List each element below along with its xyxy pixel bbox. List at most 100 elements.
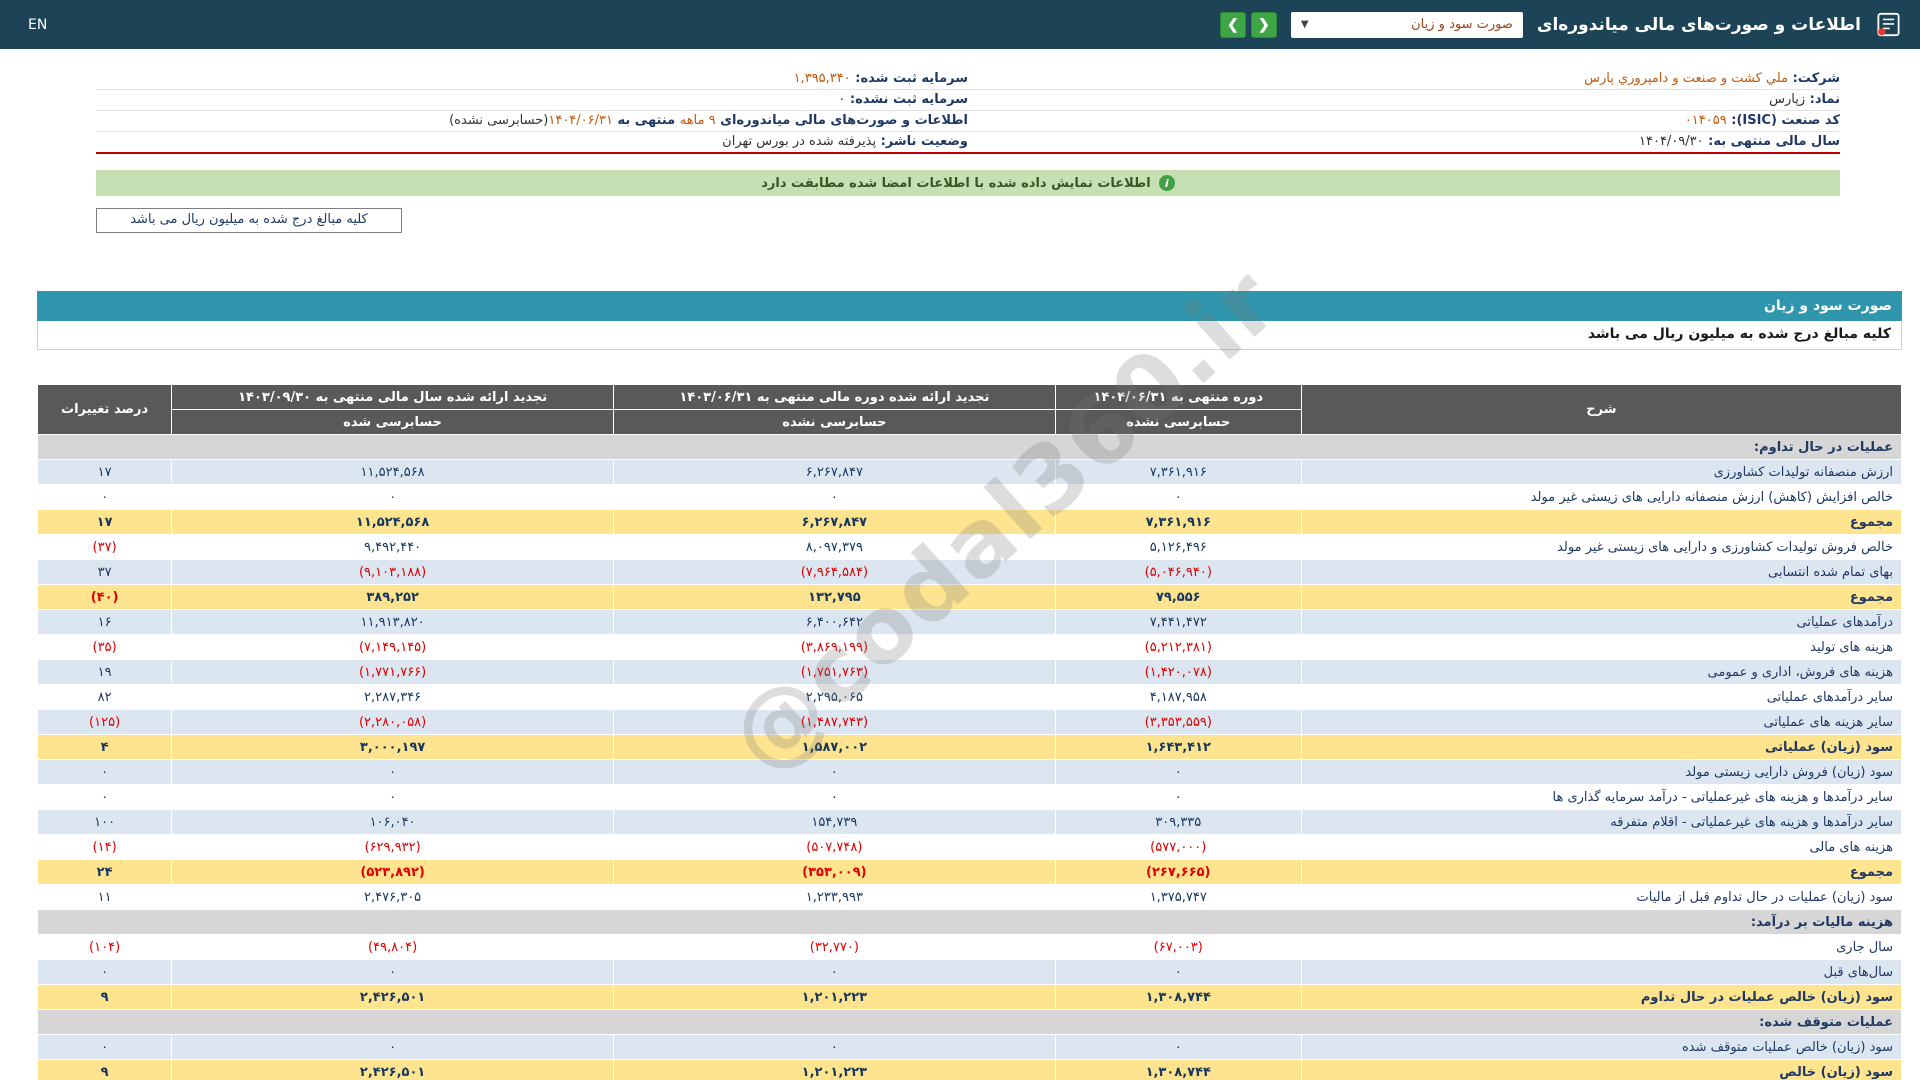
percent-change: ۱۹ — [36, 659, 173, 685]
percent-change: (۳۵) — [36, 634, 173, 660]
value-restated-year: ۰ — [171, 484, 614, 510]
info-cell: سرمایه ثبت شده: ۱,۳۹۵,۳۴۰ — [96, 69, 968, 90]
value-restated-year: ۲,۴۲۶,۵۰۱ — [171, 1059, 614, 1080]
value-restated-period: ۱,۵۸۷,۰۰۲ — [612, 734, 1056, 760]
row-label: سال جاری — [1300, 934, 1903, 960]
table-row: خالص فروش تولیدات کشاورزی و دارایی های ز… — [36, 534, 1903, 560]
page: { "colors": { "topbar-bg": "#1d4356", "g… — [0, 0, 1920, 1080]
row-label: درآمدهای عملیاتی — [1300, 609, 1903, 635]
value-current-period: (۱,۴۲۰,۰۷۸) — [1054, 659, 1302, 685]
value-restated-period: ۶,۲۶۷,۸۴۷ — [612, 459, 1056, 485]
value-restated-year: ۱۱,۹۱۳,۸۲۰ — [171, 609, 614, 635]
period-nav: ❮ ❯ — [1219, 11, 1277, 38]
subheader-audited: حسابرسی شده — [171, 409, 614, 435]
next-period-button[interactable]: ❯ — [1219, 11, 1246, 38]
value-restated-year: ۱۱,۵۲۴,۵۶۸ — [171, 459, 614, 485]
value-current-period: ۷۹,۵۵۶ — [1054, 584, 1302, 610]
prev-period-button[interactable]: ❮ — [1250, 11, 1277, 38]
pl-table-header: شرح دوره منتهی به ۱۴۰۴/۰۶/۳۱ تجدید ارائه… — [36, 384, 1903, 435]
section-label: عملیات در حال تداوم: — [37, 434, 1902, 460]
value-current-period: ۳۰۹,۳۳۵ — [1054, 809, 1302, 835]
value-restated-year: ۰ — [171, 1034, 614, 1060]
value-restated-year: ۰ — [171, 759, 614, 785]
value-current-period: ۵,۱۲۶,۴۹۶ — [1054, 534, 1302, 560]
value-restated-year: ۱۰۶,۰۴۰ — [171, 809, 614, 835]
table-row: مجموع ۷۹,۵۵۶ ۱۳۲,۷۹۵ ۳۸۹,۲۵۲ (۴۰) — [36, 584, 1903, 610]
value-current-period: (۵,۲۱۲,۳۸۱) — [1054, 634, 1302, 660]
info-cell: سال مالی منتهی به: ۱۴۰۴/۰۹/۳۰ — [1639, 134, 1840, 149]
table-row: سایر درآمدهای عملیاتی ۴,۱۸۷,۹۵۸ ۲,۲۹۵,۰۶۵ ۲… — [36, 684, 1903, 710]
subheader-unaudited-2: حسابرسی نشده — [612, 409, 1056, 435]
value-current-period: ۴,۱۸۷,۹۵۸ — [1054, 684, 1302, 710]
percent-change: ۹ — [36, 984, 173, 1010]
percent-change: ۱۷ — [36, 459, 173, 485]
percent-change: ۸۲ — [36, 684, 173, 710]
value-restated-period: ۰ — [612, 1034, 1056, 1060]
percent-change: ۳۷ — [36, 559, 173, 585]
value-current-period: ۰ — [1054, 484, 1302, 510]
page-title: اطلاعات و صورت‌های مالی میاندوره‌ای — [1536, 14, 1861, 35]
info-icon: i — [1158, 175, 1175, 191]
value-restated-period: ۶,۲۶۷,۸۴۷ — [612, 509, 1056, 535]
language-toggle[interactable]: EN — [28, 17, 47, 33]
row-label: سال‌های قبل — [1300, 959, 1903, 985]
section-row: عملیات متوقف شده: — [37, 1009, 1902, 1035]
col-header-description: شرح — [1300, 384, 1903, 435]
value-restated-period: ۱,۲۰۱,۲۲۳ — [612, 1059, 1056, 1080]
percent-change: ۱۱ — [36, 884, 173, 910]
value-restated-year: ۱۱,۵۲۴,۵۶۸ — [171, 509, 614, 535]
value-restated-period: ۸,۰۹۷,۳۷۹ — [612, 534, 1056, 560]
value-current-period: ۰ — [1054, 759, 1302, 785]
value-restated-period: (۷,۹۶۴,۵۸۴) — [612, 559, 1056, 585]
section-label: هزینه مالیات بر درآمد: — [37, 909, 1902, 935]
value-restated-period: (۳۲,۷۷۰) — [612, 934, 1056, 960]
topbar: اطلاعات و صورت‌های مالی میاندوره‌ای صورت… — [0, 0, 1920, 49]
value-current-period: (۵,۰۴۶,۹۴۰) — [1054, 559, 1302, 585]
value-current-period: ۱,۶۴۳,۴۱۲ — [1054, 734, 1302, 760]
value-restated-year: (۷,۱۴۹,۱۴۵) — [171, 634, 614, 660]
row-label: سود (زیان) عملیاتی — [1300, 734, 1903, 760]
row-label: بهای تمام شده انتسابی — [1300, 559, 1903, 585]
value-restated-period: (۱,۷۵۱,۷۶۳) — [612, 659, 1056, 685]
income-statement-section: صورت سود و زیان کلیه مبالغ درج شده به می… — [36, 291, 1903, 1080]
table-row: سود (زیان) عملیات در حال تداوم قبل از ما… — [36, 884, 1903, 910]
percent-change: ۲۴ — [36, 859, 173, 885]
col-header-current-period: دوره منتهی به ۱۴۰۴/۰۶/۳۱ — [1054, 384, 1302, 410]
row-label: مجموع — [1300, 584, 1903, 610]
value-current-period: (۵۷۷,۰۰۰) — [1054, 834, 1302, 860]
value-current-period: (۶۷,۰۰۳) — [1054, 934, 1302, 960]
value-restated-period: ۱,۲۰۱,۲۲۳ — [612, 984, 1056, 1010]
subheader-unaudited-1: حسابرسی نشده — [1054, 409, 1302, 435]
table-row: سایر هزینه های عملیاتی (۳,۳۵۳,۵۵۹) (۱,۴۸۷,… — [36, 709, 1903, 735]
info-cell: اطلاعات و صورت‌های مالی میاندوره‌ای ۹ ما… — [96, 111, 968, 132]
row-label: هزینه های مالی — [1300, 834, 1903, 860]
table-row: هزینه های مالی (۵۷۷,۰۰۰) (۵۰۷,۷۴۸) (۶۲۹,۹۳۲… — [36, 834, 1903, 860]
amounts-unit-box: کلیه مبالغ درج شده به میلیون ریال می باش… — [96, 208, 402, 233]
value-restated-period: ۰ — [612, 759, 1056, 785]
value-restated-period: ۶,۴۰۰,۶۴۲ — [612, 609, 1056, 635]
table-row: درآمدهای عملیاتی ۷,۴۴۱,۴۷۲ ۶,۴۰۰,۶۴۲ ۱۱,۹۱۳… — [36, 609, 1903, 635]
table-row: سال جاری (۶۷,۰۰۳) (۳۲,۷۷۰) (۴۹,۸۰۴) (۱۰۴) — [36, 934, 1903, 960]
value-current-period: ۱,۳۰۸,۷۴۴ — [1054, 1059, 1302, 1080]
company-info-grid: شرکت: ملي کشت و صنعت و دامپروري پارس سرما… — [96, 69, 1840, 152]
percent-change: ۰ — [36, 1034, 173, 1060]
pl-table-body: عملیات در حال تداوم: ارزش منصفانه تولیدات… — [36, 434, 1903, 1080]
table-row: سود (زیان) خالص ۱,۳۰۸,۷۴۴ ۱,۲۰۱,۲۲۳ ۲,۴۲۶,۵… — [36, 1059, 1903, 1080]
statement-type-select[interactable]: صورت سود و زیان ▼ — [1290, 11, 1523, 38]
value-restated-year: (۹,۱۰۳,۱۸۸) — [171, 559, 614, 585]
row-label: سود (زیان) عملیات در حال تداوم قبل از ما… — [1300, 884, 1903, 910]
value-restated-period: (۳۵۳,۰۰۹) — [612, 859, 1056, 885]
row-label: سایر درآمدها و هزینه های غیرعملیاتی - اق… — [1300, 809, 1903, 835]
company-info: شرکت: ملي کشت و صنعت و دامپروري پارس سرما… — [96, 69, 1840, 154]
col-header-restated-year: تجدید ارائه شده سال مالی منتهی به ۱۴۰۳/۰… — [171, 384, 614, 410]
value-current-period: ۷,۳۶۱,۹۱۶ — [1054, 459, 1302, 485]
value-restated-year: (۶۲۹,۹۳۲) — [171, 834, 614, 860]
table-row: سود (زیان) خالص عملیات متوقف شده ۰ ۰ ۰ ۰ — [36, 1034, 1903, 1060]
value-restated-period: ۰ — [612, 959, 1056, 985]
value-restated-year: ۲,۴۷۶,۳۰۵ — [171, 884, 614, 910]
info-cell: شرکت: ملي کشت و صنعت و دامپروري پارس — [968, 69, 1840, 90]
row-label: ارزش منصفانه تولیدات کشاورزی — [1300, 459, 1903, 485]
value-restated-period: ۰ — [612, 484, 1056, 510]
percent-change: (۴۰) — [36, 584, 173, 610]
value-restated-year: (۵۲۳,۸۹۲) — [171, 859, 614, 885]
